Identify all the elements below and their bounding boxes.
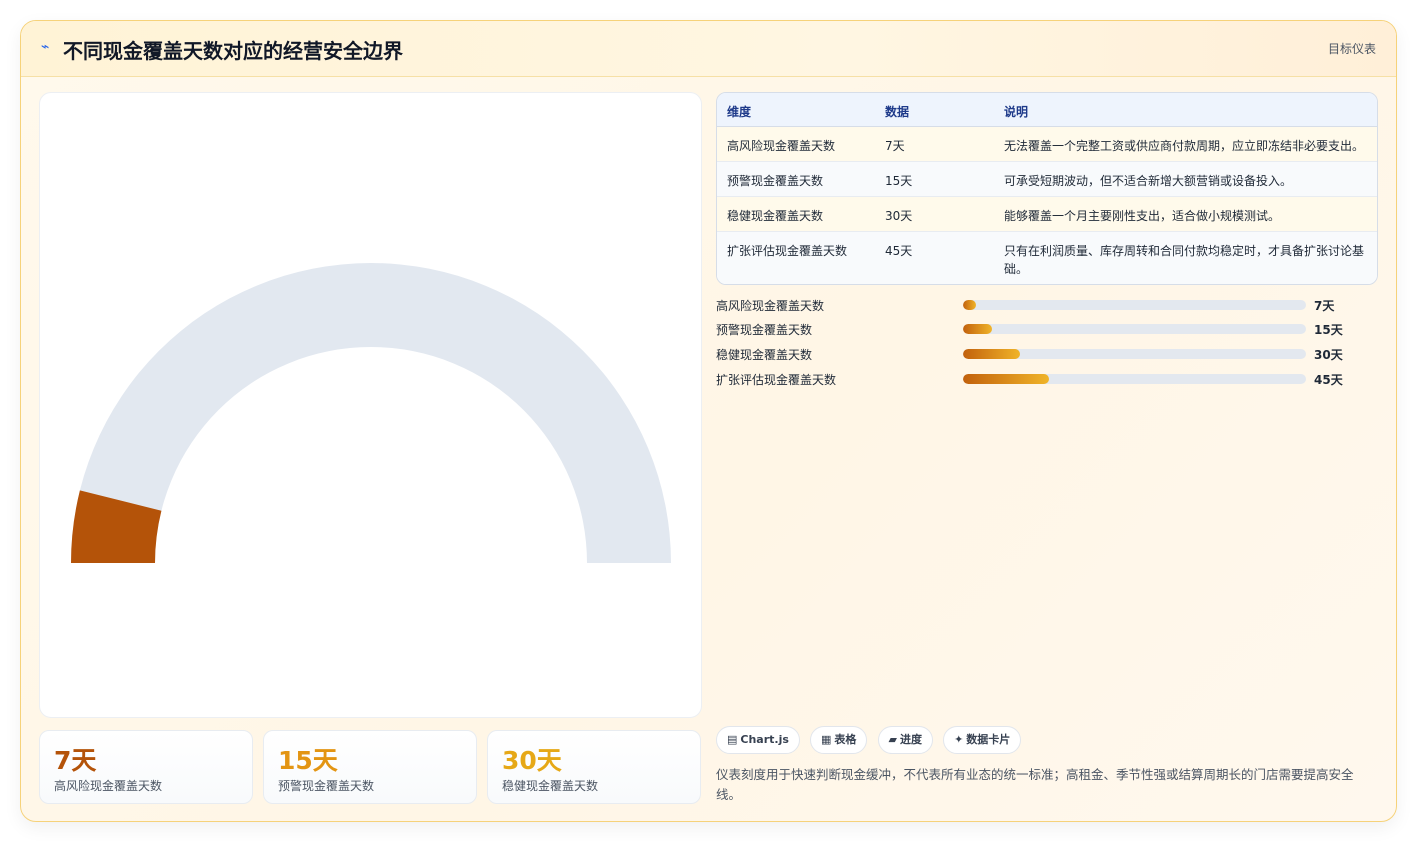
- table-cell: 稳健现金覆盖天数: [727, 209, 824, 223]
- column-header: 说明: [1004, 105, 1029, 119]
- chip-label: 表格: [834, 733, 857, 746]
- progress-track: [963, 300, 1306, 310]
- table-row: 预警现金覆盖天数 15天 可承受短期波动，但不适合新增大额营销或设备投入。: [717, 162, 1377, 197]
- card-header: ⌁ 不同现金覆盖天数对应的经营安全边界 目标仪表: [21, 21, 1396, 77]
- table-cell: 15天: [885, 174, 913, 188]
- trend-icon: ⌁: [41, 39, 50, 55]
- stat-label: 预警现金覆盖天数: [278, 779, 375, 793]
- progress-label: 预警现金覆盖天数: [716, 323, 813, 337]
- progress-row: 扩张评估现金覆盖天数 45天: [716, 369, 1378, 389]
- progress-label: 稳健现金覆盖天数: [716, 348, 813, 362]
- progress-list: 高风险现金覆盖天数 7天 预警现金覆盖天数 15天 稳健现金覆盖天数 30天 扩…: [716, 295, 1378, 405]
- dashboard-card: ⌁ 不同现金覆盖天数对应的经营安全边界 目标仪表 7天 高风险现金覆盖天数 15…: [20, 20, 1397, 822]
- table-cell: 7天: [885, 139, 905, 153]
- progress-fill: [963, 324, 992, 334]
- table-cell: 高风险现金覆盖天数: [727, 139, 836, 153]
- progress-row: 稳健现金覆盖天数 30天: [716, 344, 1378, 364]
- data-table: 维度 数据 说明 高风险现金覆盖天数 7天 无法覆盖一个完整工资或供应商付款周期…: [716, 92, 1378, 285]
- table-cell: 可承受短期波动，但不适合新增大额营销或设备投入。: [1004, 174, 1293, 188]
- chip-data-card[interactable]: ✦ 数据卡片: [943, 726, 1022, 754]
- progress-track: [963, 324, 1306, 334]
- progress-icon: ▰: [888, 733, 897, 746]
- tag-chips: ▤ Chart.js ▦ 表格 ▰ 进度 ✦ 数据卡片: [716, 726, 1378, 756]
- stat-label: 稳健现金覆盖天数: [502, 779, 599, 793]
- table-cell: 无法覆盖一个完整工资或供应商付款周期，应立即冻结非必要支出。: [1004, 139, 1365, 153]
- stat-label: 高风险现金覆盖天数: [54, 779, 163, 793]
- table-icon: ▦: [821, 733, 832, 746]
- stat-value: 7天: [54, 746, 97, 775]
- table-row: 扩张评估现金覆盖天数 45天 只有在利润质量、库存周转和合同付款均稳定时，才具备…: [717, 232, 1377, 284]
- chart-icon: ▤: [727, 733, 738, 746]
- table-cell: 只有在利润质量、库存周转和合同付款均稳定时，才具备扩张讨论基础。: [1004, 244, 1365, 276]
- chip-label: 数据卡片: [966, 733, 1011, 746]
- progress-value: 15天: [1314, 323, 1343, 337]
- progress-value: 45天: [1314, 373, 1343, 387]
- stat-value: 15天: [278, 746, 338, 775]
- chip-label: 进度: [899, 733, 922, 746]
- table-row: 高风险现金覆盖天数 7天 无法覆盖一个完整工资或供应商付款周期，应立即冻结非必要…: [717, 127, 1377, 162]
- progress-row: 高风险现金覆盖天数 7天: [716, 295, 1378, 315]
- page-title: 不同现金覆盖天数对应的经营安全边界: [63, 39, 403, 63]
- progress-label: 扩张评估现金覆盖天数: [716, 373, 837, 387]
- column-header: 维度: [727, 105, 752, 119]
- stat-card-warning: 15天 预警现金覆盖天数: [263, 730, 477, 804]
- progress-track: [963, 374, 1306, 384]
- progress-fill: [963, 300, 977, 310]
- chip-label: Chart.js: [740, 733, 789, 746]
- table-cell: 预警现金覆盖天数: [727, 174, 824, 188]
- progress-value: 30天: [1314, 348, 1343, 362]
- chip-table[interactable]: ▦ 表格: [810, 726, 868, 754]
- chip-chartjs[interactable]: ▤ Chart.js: [716, 726, 800, 754]
- table-cell: 扩张评估现金覆盖天数: [727, 244, 848, 258]
- progress-value: 7天: [1314, 299, 1335, 313]
- progress-row: 预警现金覆盖天数 15天: [716, 319, 1378, 339]
- gauge-track: [71, 263, 671, 563]
- progress-label: 高风险现金覆盖天数: [716, 299, 825, 313]
- table-cell: 能够覆盖一个月主要刚性支出，适合做小规模测试。: [1004, 209, 1281, 223]
- column-header: 数据: [885, 105, 910, 119]
- progress-fill: [963, 349, 1021, 359]
- footnote: 仪表刻度用于快速判断现金缓冲，不代表所有业态的统一标准；高租金、季节性强或结算周…: [716, 767, 1354, 802]
- progress-track: [963, 349, 1306, 359]
- stat-card-high-risk: 7天 高风险现金覆盖天数: [39, 730, 253, 804]
- table-header: 维度 数据 说明: [717, 93, 1377, 127]
- card-icon: ✦: [954, 733, 964, 746]
- progress-fill: [963, 374, 1049, 384]
- gauge-svg: [71, 263, 671, 563]
- gauge-chart: [39, 92, 702, 718]
- table-cell: 45天: [885, 244, 913, 258]
- stat-value: 30天: [502, 746, 562, 775]
- stat-card-stable: 30天 稳健现金覆盖天数: [487, 730, 701, 804]
- header-badge: 目标仪表: [1327, 42, 1376, 56]
- chip-progress[interactable]: ▰ 进度: [877, 726, 933, 754]
- table-row: 稳健现金覆盖天数 30天 能够覆盖一个月主要刚性支出，适合做小规模测试。: [717, 197, 1377, 232]
- table-cell: 30天: [885, 209, 913, 223]
